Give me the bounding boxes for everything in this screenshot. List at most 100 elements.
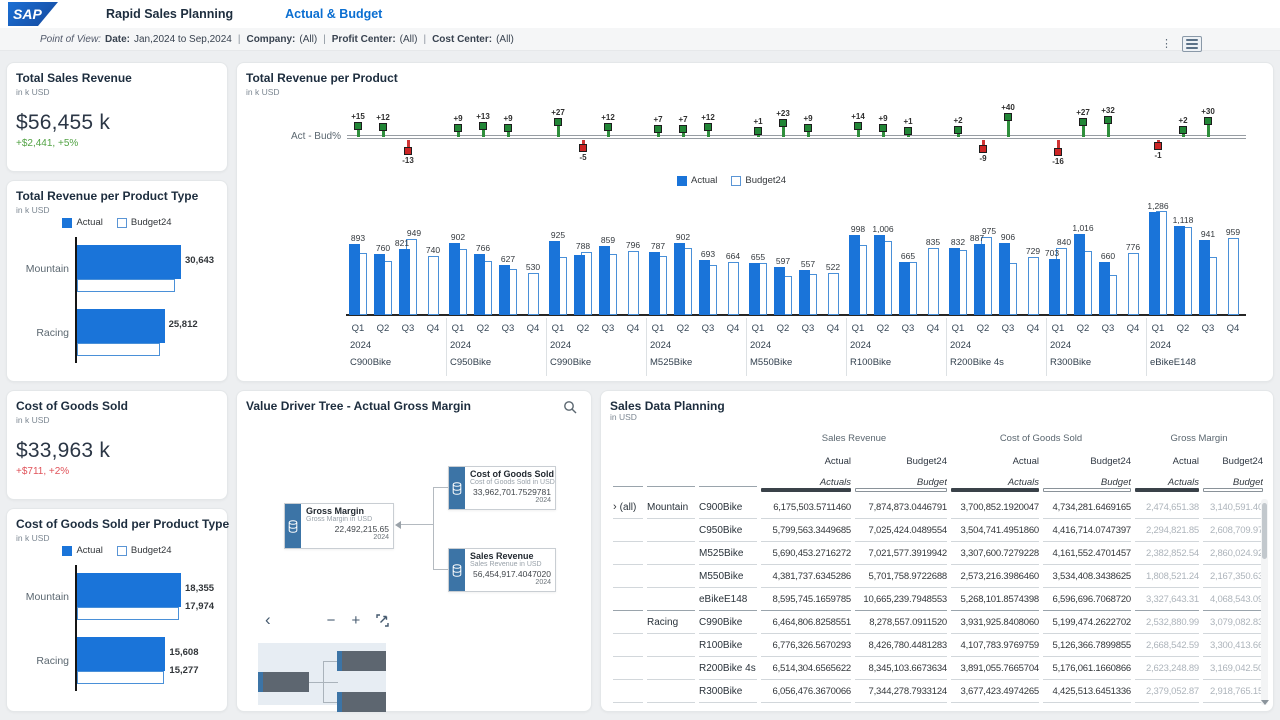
product-type-cell[interactable] [647, 542, 695, 565]
product-type-cell[interactable] [647, 634, 695, 657]
bar-budget24[interactable] [1028, 257, 1039, 315]
product-type-cell[interactable] [647, 519, 695, 542]
value-cell-sr-a[interactable]: 5,799,563.3449685 [761, 519, 851, 542]
version-column-header[interactable]: Budget24 [1203, 450, 1263, 473]
value-cell-cogs-a[interactable]: 3,307,600.7279228 [951, 542, 1039, 565]
bar-actual[interactable] [774, 267, 785, 315]
value-cell-cogs-a[interactable]: 3,677,423.4974265 [951, 680, 1039, 703]
bar-actual[interactable] [374, 254, 385, 315]
bar-actual[interactable] [1149, 212, 1160, 315]
variance-marker[interactable] [604, 123, 612, 131]
product-cell[interactable]: eBikeE148 [699, 588, 757, 611]
tab-actual-and-budget[interactable]: Actual & Budget [285, 7, 382, 21]
value-cell-sr-a[interactable]: 6,056,476.3670066 [761, 680, 851, 703]
variance-marker[interactable] [354, 122, 362, 130]
value-cell-sr-b[interactable]: 5,701,758.9722688 [855, 565, 947, 588]
bar-actual[interactable] [77, 309, 165, 343]
value-cell-cogs-a[interactable]: 3,700,852.1920047 [951, 496, 1039, 519]
overflow-menu-icon[interactable]: ⋮ [1161, 39, 1172, 49]
bar-actual[interactable] [1174, 226, 1185, 315]
product-type-cell[interactable]: Racing [647, 611, 695, 634]
variance-marker[interactable] [779, 119, 787, 127]
value-cell-sr-a[interactable]: 6,175,503.5711460 [761, 496, 851, 519]
version-column-header[interactable]: Actual [951, 450, 1039, 473]
value-cell-sr-b[interactable]: 7,874,873.0446791 [855, 496, 947, 519]
product-type-cell[interactable] [647, 565, 695, 588]
value-cell-cogs-a[interactable]: 3,931,925.8408060 [951, 611, 1039, 634]
bar-budget24[interactable] [77, 343, 160, 356]
variance-marker[interactable] [1154, 142, 1162, 150]
variance-marker[interactable] [1054, 148, 1062, 156]
product-cell[interactable]: R300Bike [699, 680, 757, 703]
bar-budget24[interactable] [1128, 253, 1139, 315]
product-cell[interactable]: C990Bike [699, 611, 757, 634]
bar-budget24[interactable] [528, 273, 539, 315]
value-cell-cogs-b[interactable]: 5,126,366.7899855 [1043, 634, 1131, 657]
variance-marker[interactable] [1104, 116, 1112, 124]
product-cell[interactable]: C900Bike [699, 496, 757, 519]
value-cell-cogs-b[interactable]: 4,161,552.4701457 [1043, 542, 1131, 565]
variance-marker[interactable] [554, 118, 562, 126]
value-cell-cogs-b[interactable]: 4,425,513.6451336 [1043, 680, 1131, 703]
value-cell-sr-a[interactable]: 6,464,806.8258551 [761, 611, 851, 634]
tab-rapid-sales-planning[interactable]: Rapid Sales Planning [106, 7, 233, 21]
search-icon[interactable] [563, 400, 577, 414]
variance-marker[interactable] [879, 124, 887, 132]
table-scrollbar[interactable] [1261, 499, 1268, 705]
variance-marker[interactable] [1179, 126, 1187, 134]
pov-filter-value[interactable]: Jan,2024 to Sep,2024 [134, 34, 232, 45]
variance-marker[interactable] [1004, 113, 1012, 121]
product-type-cell[interactable] [647, 588, 695, 611]
hierarchy-cell[interactable] [613, 588, 643, 611]
value-cell-sr-b[interactable]: 10,665,239.7948553 [855, 588, 947, 611]
value-cell-sr-a[interactable]: 6,514,304.6565622 [761, 657, 851, 680]
value-cell-sr-a[interactable]: 5,690,453.2716272 [761, 542, 851, 565]
bar-budget24[interactable] [77, 671, 164, 684]
variance-marker[interactable] [904, 127, 912, 135]
bar-budget24[interactable] [728, 262, 739, 315]
variance-marker[interactable] [679, 125, 687, 133]
version-column-header[interactable]: Budget24 [855, 450, 947, 473]
bar-actual[interactable] [349, 244, 360, 315]
bar-actual[interactable] [474, 254, 485, 315]
bar-actual[interactable] [874, 235, 885, 315]
version-column-header[interactable]: Budget24 [1043, 450, 1131, 473]
tree-minimap[interactable] [258, 643, 386, 705]
vdt-node-cost-of-goods-sold[interactable]: Cost of Goods Sold Cost of Goods Sold in… [448, 466, 556, 510]
bar-actual[interactable] [77, 245, 181, 279]
product-type-cell[interactable] [647, 680, 695, 703]
variance-marker[interactable] [804, 124, 812, 132]
bar-actual[interactable] [799, 270, 810, 315]
value-cell-sr-b[interactable]: 7,344,278.7933124 [855, 680, 947, 703]
bar-actual[interactable] [1199, 240, 1210, 315]
value-cell-sr-a[interactable]: 8,595,745.1659785 [761, 588, 851, 611]
bar-budget24[interactable] [77, 607, 179, 620]
hierarchy-cell[interactable] [613, 680, 643, 703]
legend-item-actual[interactable]: Actual [62, 217, 102, 228]
value-cell-sr-a[interactable]: 4,381,737.6345286 [761, 565, 851, 588]
hierarchy-cell[interactable]: ›(all) [613, 496, 643, 519]
version-column-header[interactable]: Actual [1135, 450, 1199, 473]
bar-budget24[interactable] [628, 251, 639, 315]
value-cell-cogs-b[interactable]: 3,534,408.3438625 [1043, 565, 1131, 588]
variance-marker[interactable] [654, 125, 662, 133]
scroll-down-arrow-icon[interactable] [1261, 700, 1269, 705]
bar-actual[interactable] [849, 235, 860, 315]
bar-actual[interactable] [499, 265, 510, 315]
vdt-node-sales-revenue[interactable]: Sales Revenue Sales Revenue in USD 56,45… [448, 548, 556, 592]
value-cell-sr-a[interactable]: 6,776,326.5670293 [761, 634, 851, 657]
bar-actual[interactable] [399, 249, 410, 315]
variance-marker[interactable] [854, 122, 862, 130]
bar-actual[interactable] [549, 241, 560, 315]
bar-actual[interactable] [77, 637, 165, 671]
variance-marker[interactable] [979, 145, 987, 153]
value-cell-sr-b[interactable]: 8,426,780.4481283 [855, 634, 947, 657]
bar-actual[interactable] [1099, 262, 1110, 315]
value-cell-cogs-b[interactable]: 4,734,281.6469165 [1043, 496, 1131, 519]
product-cell[interactable]: R200Bike 4s [699, 657, 757, 680]
value-cell-sr-b[interactable]: 7,021,577.3919942 [855, 542, 947, 565]
hierarchy-cell[interactable] [613, 519, 643, 542]
value-cell-cogs-b[interactable]: 6,596,696.7068720 [1043, 588, 1131, 611]
expand-icon[interactable]: › [613, 501, 617, 513]
value-cell-sr-b[interactable]: 8,278,557.0911520 [855, 611, 947, 634]
